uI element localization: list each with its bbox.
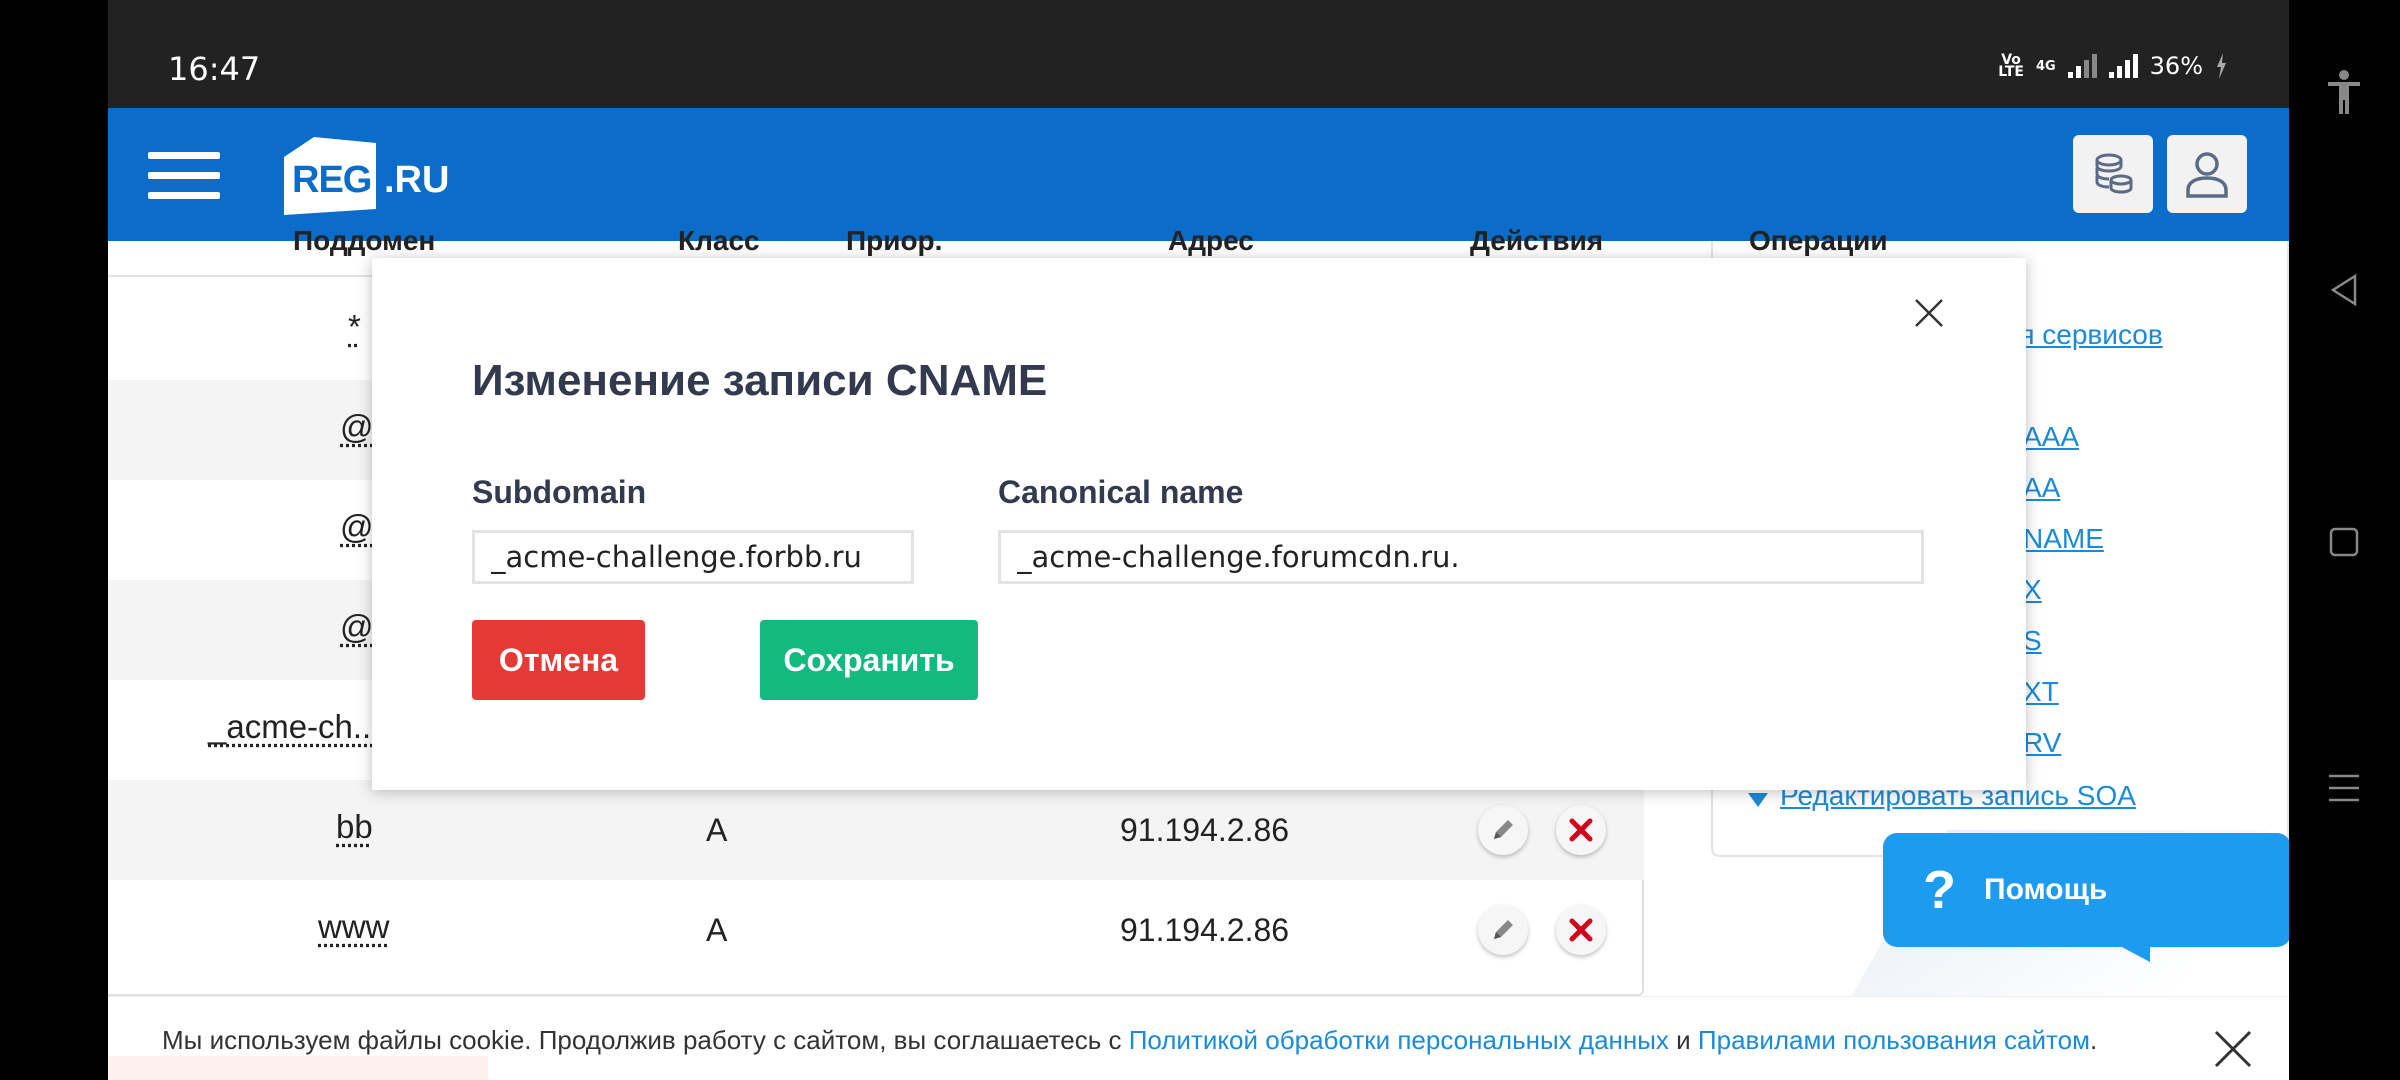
delete-record-button[interactable] — [1556, 805, 1606, 855]
edit-record-button[interactable] — [1478, 805, 1528, 855]
col-address: Адрес — [1168, 225, 1254, 256]
battery-percent: 36% — [2149, 52, 2203, 80]
profile-button[interactable] — [2167, 135, 2247, 213]
close-icon — [1915, 299, 1943, 327]
row-subdomain: * — [348, 308, 361, 345]
link-services[interactable]: ля сервисов — [2003, 319, 2163, 351]
row-subdomain: @ — [340, 608, 374, 645]
pencil-icon — [1494, 820, 1513, 839]
logo-suffix: .RU — [384, 158, 450, 201]
logo[interactable]: REG .RU — [278, 136, 449, 216]
row-address: 91.194.2.86 — [1120, 812, 1290, 848]
status-bar: 16:47 Vo LTE 4G 36% — [108, 0, 2289, 108]
close-icon — [1569, 918, 1593, 942]
subdomain-label: Subdomain — [472, 474, 647, 510]
accessibility-icon[interactable] — [2319, 68, 2369, 118]
row-subdomain: bb — [336, 808, 373, 845]
help-button[interactable]: ? Помощь — [1883, 833, 2289, 947]
delete-record-button[interactable] — [1556, 905, 1606, 955]
row-class: A — [706, 812, 728, 848]
caret-down-icon — [1748, 793, 1768, 807]
col-priority: Приор. — [846, 225, 943, 256]
col-class: Класс — [678, 225, 760, 256]
charging-icon — [2217, 53, 2226, 79]
link-add-srv[interactable]: RV — [2023, 727, 2061, 759]
canonical-name-input[interactable] — [998, 530, 1924, 584]
link-add-aa[interactable]: AA — [2023, 472, 2060, 504]
help-tail — [2120, 946, 2150, 962]
wallet-button[interactable] — [2073, 135, 2153, 213]
subdomain-input[interactable] — [472, 530, 914, 584]
close-icon — [1569, 818, 1593, 842]
edit-cname-dialog: Изменение записи CNAME Subdomain Canonic… — [372, 258, 2026, 790]
pencil-icon — [1494, 920, 1513, 939]
edit-record-button[interactable] — [1478, 905, 1528, 955]
table-row: bb A 91.194.2.86 — [108, 780, 1644, 880]
privacy-policy-link[interactable]: Политикой обработки персональных данных — [1129, 1025, 1669, 1055]
menu-button[interactable] — [148, 152, 220, 200]
logo-badge: REG — [278, 135, 382, 217]
terms-link[interactable]: Правилами пользования сайтом — [1698, 1025, 2090, 1055]
recents-icon[interactable] — [2319, 763, 2369, 813]
screen: 16:47 Vo LTE 4G 36% REG .RU Поддомен Кла… — [108, 0, 2289, 1080]
status-time: 16:47 — [168, 50, 261, 88]
dialog-title: Изменение записи CNAME — [472, 356, 1048, 405]
close-icon — [2214, 1030, 2252, 1068]
col-actions: Действия — [1470, 225, 1604, 256]
table-row: www A 91.194.2.86 — [108, 880, 1644, 980]
link-add-txt[interactable]: XT — [2023, 676, 2059, 708]
row-address: 91.194.2.86 — [1120, 912, 1290, 948]
link-add-aaaa[interactable]: AAA — [2023, 421, 2079, 453]
logo-badge-text: REG — [292, 159, 372, 201]
save-button[interactable]: Сохранить — [760, 620, 978, 700]
canonical-name-label: Canonical name — [998, 474, 1244, 510]
col-subdomain: Поддомен — [293, 225, 436, 256]
dialog-close-button[interactable] — [1912, 296, 1946, 330]
site-header: REG .RU — [108, 108, 2289, 241]
bottom-strip — [108, 1056, 488, 1080]
volte-indicator: Vo LTE — [1998, 52, 2024, 80]
row-subdomain: _acme-ch... — [208, 708, 381, 745]
cancel-button[interactable]: Отмена — [472, 620, 645, 700]
back-icon[interactable] — [2319, 265, 2369, 315]
cookie-message: Мы используем файлы cookie. Продолжив ра… — [162, 1025, 1129, 1055]
help-label: Помощь — [1984, 873, 2108, 906]
cookie-conjunction: и — [1668, 1025, 1698, 1055]
cookie-text: Мы используем файлы cookie. Продолжив ра… — [162, 1025, 2097, 1056]
signal-icon — [2067, 54, 2097, 78]
network-type: 4G — [2035, 58, 2056, 74]
signal-icon-2 — [2108, 54, 2138, 78]
cookie-period: . — [2090, 1025, 2098, 1055]
cookie-close-button[interactable] — [2213, 1029, 2253, 1069]
link-add-cname[interactable]: NAME — [2023, 523, 2104, 555]
row-class: A — [706, 912, 728, 948]
row-subdomain: www — [318, 908, 390, 945]
hamburger-icon — [148, 152, 220, 159]
system-nav-bar — [2289, 0, 2400, 1080]
row-subdomain: @ — [340, 508, 374, 545]
home-icon[interactable] — [2319, 517, 2369, 567]
status-icons: Vo LTE 4G 36% — [1998, 52, 2227, 80]
operations-title: Операции — [1749, 225, 1888, 256]
row-subdomain: @ — [340, 408, 374, 445]
user-icon — [2186, 152, 2228, 198]
question-icon: ? — [1923, 860, 1956, 920]
coins-icon — [2095, 153, 2133, 194]
